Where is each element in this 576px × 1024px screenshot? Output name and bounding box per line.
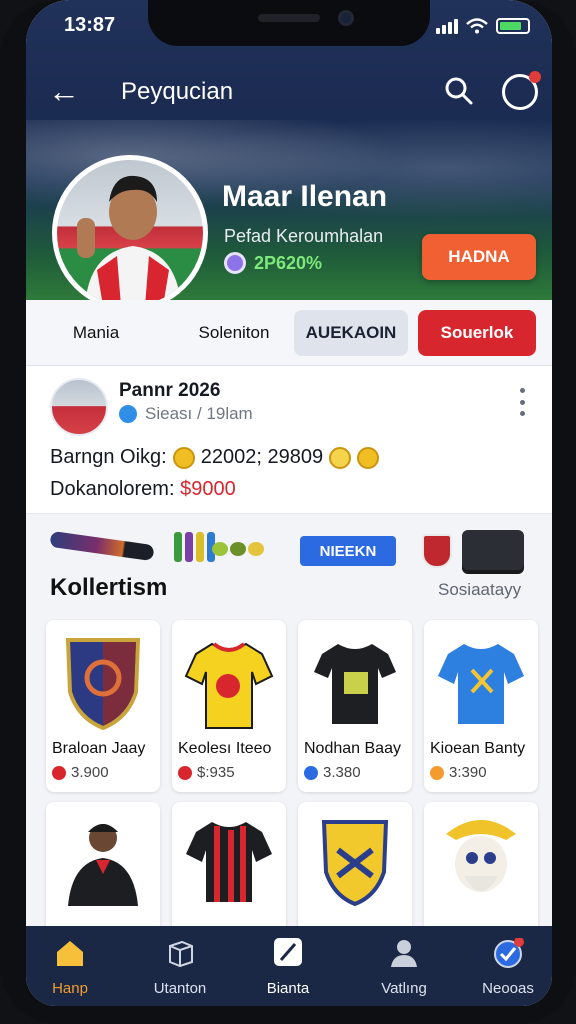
- profile-subtitle: Pefad Keroumhalan: [224, 226, 384, 246]
- collection-item[interactable]: [424, 802, 538, 942]
- speaker: [258, 14, 320, 22]
- app-screen: 13:87 ← Peyqucian Maar Ilenan Pefad Kero…: [26, 0, 552, 1006]
- nav-label: Hanp: [52, 980, 88, 997]
- avatar-photo: [57, 160, 203, 306]
- item-price: 3.380: [304, 764, 361, 781]
- coin-icon: [172, 446, 195, 469]
- value-amount: $9000: [180, 478, 236, 500]
- crest-icon: [65, 638, 141, 731]
- card-title: Pannr 2026: [119, 380, 221, 401]
- collection-item[interactable]: Keolesı Iteeo $:935: [172, 620, 286, 792]
- tab-bar: Mania Soleniton AUEKAOIN Souerlok: [26, 300, 552, 366]
- post-card: Pannr 2026 Sieası / 19lam Barngn Oikg: 2…: [26, 366, 552, 514]
- nav-label: Bianta: [266, 980, 310, 997]
- person-icon: [391, 940, 417, 967]
- jersey-icon: [186, 822, 272, 902]
- item-price: $:935: [178, 764, 235, 781]
- score-row: 2P620%: [224, 252, 322, 274]
- tab-souerlok[interactable]: Souerlok: [418, 310, 536, 356]
- player-portrait: [77, 175, 181, 306]
- collection-item[interactable]: Braloan Jaay 3.900: [46, 620, 160, 792]
- tab-auekaoin[interactable]: AUEKAOIN: [294, 310, 408, 356]
- status-icons: [436, 18, 530, 34]
- card-avatar[interactable]: [50, 378, 108, 436]
- shield-icon[interactable]: [422, 534, 452, 568]
- coin-icon: [357, 446, 380, 469]
- page-title: Peyqucian: [121, 78, 234, 105]
- notification-bell-icon[interactable]: [502, 71, 541, 110]
- item-name: Nodhan Baay: [304, 740, 401, 757]
- battery-icon: [496, 18, 530, 34]
- top-bar: ← Peyqucian: [26, 71, 552, 112]
- back-arrow-icon[interactable]: ←: [48, 75, 80, 107]
- coin-icon: [329, 446, 352, 469]
- status-time: 13:87: [64, 14, 116, 36]
- coins-value: 22002; 29809: [200, 446, 324, 468]
- item-price: 3.900: [52, 764, 109, 781]
- jersey-icon: [184, 642, 274, 729]
- search-icon[interactable]: [444, 76, 474, 106]
- item-name: Kioean Banty: [430, 740, 526, 757]
- collection-item[interactable]: Nodhan Baay 3.380: [298, 620, 412, 792]
- tab-mania[interactable]: Mania: [46, 310, 146, 356]
- balls-icon[interactable]: [212, 542, 264, 556]
- collection-item[interactable]: Kioean Banty 3:390: [424, 620, 538, 792]
- item-price: 3:390: [430, 764, 487, 781]
- mascot-icon: [446, 820, 516, 892]
- wifi-icon: [466, 18, 488, 34]
- tab-soleniton[interactable]: Soleniton: [174, 310, 294, 356]
- verified-icon: [119, 405, 137, 423]
- case-icon[interactable]: [462, 530, 524, 570]
- check-badge-icon: [494, 937, 524, 968]
- phone-frame: 13:87 ← Peyqucian Maar Ilenan Pefad Kero…: [0, 0, 576, 1024]
- nav-vatling[interactable]: Vatlıng: [354, 938, 454, 1002]
- nav-utanton[interactable]: Utanton: [130, 938, 230, 1002]
- more-options-icon[interactable]: [520, 388, 526, 416]
- home-icon: [57, 941, 83, 966]
- collection-item[interactable]: [298, 802, 412, 942]
- shield-badge-icon: [321, 820, 389, 907]
- card-line-coins: Barngn Oikg: 22002; 29809: [50, 446, 380, 469]
- notch: [148, 0, 430, 46]
- value-label: Dokanolorem:: [50, 478, 175, 500]
- front-camera: [338, 10, 354, 26]
- cube-icon: [169, 940, 193, 968]
- bottles-icon[interactable]: [174, 532, 215, 562]
- coins-label: Barngn Oikg:: [50, 446, 167, 468]
- item-name: Braloan Jaay: [52, 740, 146, 757]
- card-line-value: Dokanolorem: $9000: [50, 478, 236, 501]
- nav-bianta[interactable]: Bianta: [238, 938, 338, 1002]
- profile-avatar[interactable]: [52, 155, 208, 311]
- card-handle-row: Sieası / 19lam: [119, 404, 253, 424]
- profile-score: 2P620%: [254, 252, 323, 273]
- gem-icon: [224, 252, 246, 274]
- nav-label: Vatlıng: [381, 980, 427, 997]
- jersey-icon: [438, 644, 524, 724]
- items-ribbon: NIEEKN: [26, 518, 552, 582]
- card-handle: Sieası / 19lam: [145, 404, 253, 423]
- signal-icon: [436, 18, 458, 34]
- bat-icon[interactable]: [49, 530, 155, 562]
- pen-icon: [274, 938, 302, 966]
- nav-home[interactable]: Hanp: [26, 938, 120, 1002]
- collection-title: Kollertism: [50, 574, 168, 601]
- collection-item[interactable]: [172, 802, 286, 942]
- nav-label: Utanton: [153, 980, 207, 997]
- nav-neooas[interactable]: Neooas: [458, 937, 552, 1002]
- nav-label: Neooas: [482, 980, 534, 997]
- collection-link[interactable]: Sosiaatayy: [438, 580, 521, 600]
- collection-item[interactable]: [46, 802, 160, 942]
- primary-action-button[interactable]: HADNA: [422, 234, 536, 280]
- profile-name: Maar Ilenan: [222, 180, 388, 213]
- notification-dot: [529, 71, 541, 83]
- jersey-icon: [314, 644, 396, 724]
- item-name: Keolesı Iteeo: [178, 740, 272, 757]
- ribbon-button[interactable]: NIEEKN: [300, 536, 396, 566]
- bottom-nav: Hanp Utanton Bianta Vatlıng Neooas: [26, 926, 552, 1006]
- player-figure-icon: [68, 824, 138, 906]
